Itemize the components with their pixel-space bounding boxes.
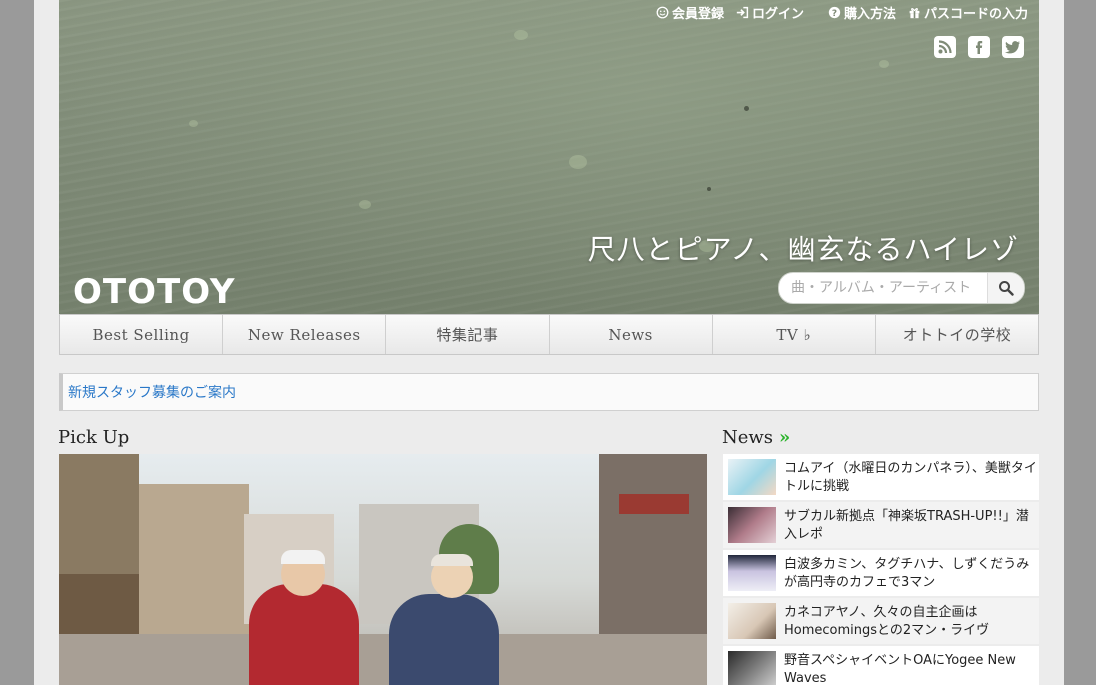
login-label: ログイン — [751, 6, 804, 22]
news-thumbnail — [728, 459, 776, 495]
search-input[interactable] — [779, 273, 987, 303]
news-headline: 白波多カミン、タグチハナ、しずくだうみが高円寺のカフェで3マン — [784, 557, 1030, 590]
news-thumbnail — [728, 603, 776, 639]
login-link[interactable]: ログイン — [736, 3, 804, 22]
news-thumbnail — [728, 507, 776, 543]
question-icon: ? — [828, 6, 841, 18]
svg-text:?: ? — [832, 8, 837, 18]
passcode-link[interactable]: パスコードの入力 — [908, 3, 1028, 22]
news-item[interactable]: 白波多カミン、タグチハナ、しずくだうみが高円寺のカフェで3マン — [723, 550, 1039, 596]
how-to-buy-link[interactable]: ? 購入方法 — [828, 3, 896, 22]
news-item[interactable]: コムアイ（水曜日のカンパネラ）、美獣タイトルに挑戦 — [723, 454, 1039, 500]
news-title[interactable]: News » — [722, 427, 790, 448]
news-title-label: News — [722, 427, 774, 448]
search-button[interactable] — [987, 273, 1024, 303]
hero-banner[interactable]: 会員登録 ログイン ? 購入方法 パスコードの入力 尺八とピアノ、幽玄なるハイレ… — [59, 0, 1039, 314]
rss-icon — [938, 40, 952, 54]
login-icon — [736, 6, 749, 18]
passcode-label: パスコードの入力 — [923, 6, 1028, 22]
news-headline: カネコアヤノ、久々の自主企画はHomecomingsとの2マン・ライヴ — [784, 605, 990, 638]
search-box — [778, 272, 1025, 304]
twitter-button[interactable] — [1002, 36, 1024, 58]
nav-features[interactable]: 特集記事 — [386, 315, 550, 354]
news-list: コムアイ（水曜日のカンパネラ）、美獣タイトルに挑戦 サブカル新拠点「神楽坂TRA… — [723, 454, 1039, 685]
pickup-title: Pick Up — [58, 427, 130, 448]
notice-bar: 新規スタッフ募集のご案内 — [59, 373, 1039, 411]
gift-icon — [909, 7, 920, 18]
pickup-feature-image[interactable] — [59, 454, 707, 685]
news-headline: 野音スペシャイベントOAにYogee New Waves — [784, 653, 1016, 685]
twitter-icon — [1005, 41, 1020, 54]
nav-news[interactable]: News — [550, 315, 713, 354]
site-logo[interactable]: OTOTOY — [73, 272, 236, 312]
news-item[interactable]: 野音スペシャイベントOAにYogee New Waves — [723, 646, 1039, 685]
facebook-icon — [976, 41, 983, 54]
news-thumbnail — [728, 651, 776, 685]
news-item[interactable]: カネコアヤノ、久々の自主企画はHomecomingsとの2マン・ライヴ — [723, 598, 1039, 644]
news-item[interactable]: サブカル新拠点「神楽坂TRASH-UP!!」潜入レポ — [723, 502, 1039, 548]
nav-new-releases[interactable]: New Releases — [223, 315, 387, 354]
news-headline: サブカル新拠点「神楽坂TRASH-UP!!」潜入レポ — [784, 509, 1029, 542]
smiley-icon — [656, 6, 669, 18]
page: 会員登録 ログイン ? 購入方法 パスコードの入力 尺八とピアノ、幽玄なるハイレ… — [34, 0, 1064, 685]
staff-recruitment-link[interactable]: 新規スタッフ募集のご案内 — [68, 382, 236, 402]
nav-best-selling[interactable]: Best Selling — [60, 315, 224, 354]
search-icon — [999, 281, 1014, 296]
register-link[interactable]: 会員登録 — [656, 3, 724, 22]
register-label: 会員登録 — [671, 6, 724, 22]
nav-school[interactable]: オトトイの学校 — [876, 315, 1038, 354]
rss-button[interactable] — [934, 36, 956, 58]
how-to-buy-label: 購入方法 — [843, 6, 896, 22]
main-nav: Best Selling New Releases 特集記事 News TV ♭… — [59, 314, 1039, 355]
hero-tagline[interactable]: 尺八とピアノ、幽玄なるハイレゾ — [588, 228, 1019, 268]
nav-tv[interactable]: TV ♭ — [713, 315, 876, 354]
news-headline: コムアイ（水曜日のカンパネラ）、美獣タイトルに挑戦 — [784, 461, 1037, 494]
double-chevron-right-icon: » — [779, 427, 791, 448]
social-links — [934, 36, 1024, 58]
account-links: 会員登録 ログイン ? 購入方法 パスコードの入力 — [644, 3, 1028, 22]
facebook-button[interactable] — [968, 36, 990, 58]
news-thumbnail — [728, 555, 776, 591]
